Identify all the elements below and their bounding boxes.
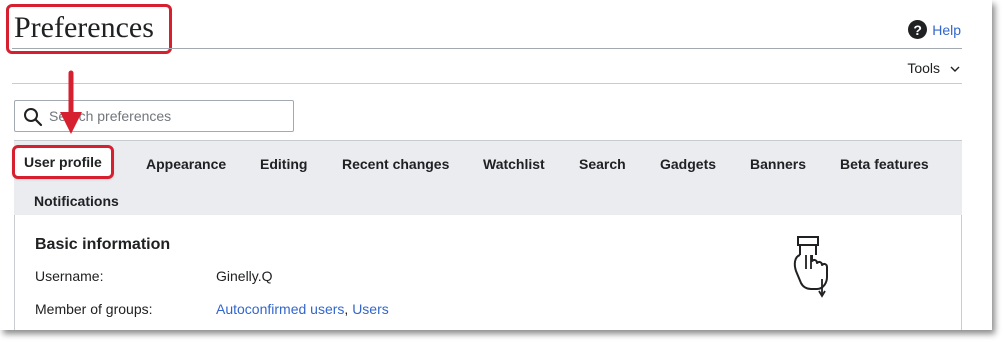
question-circle-icon: ? — [908, 20, 928, 39]
help-label: Help — [932, 21, 961, 38]
tools-divider — [12, 83, 962, 84]
group-link-autoconfirmed[interactable]: Autoconfirmed users — [216, 301, 344, 317]
tools-menu[interactable]: Tools — [907, 60, 960, 76]
tab-gadgets[interactable]: Gadgets — [660, 156, 716, 172]
tab-notifications[interactable]: Notifications — [34, 193, 119, 209]
chevron-down-icon — [950, 61, 960, 75]
groups-value: Autoconfirmed users, Users — [216, 301, 389, 317]
tab-banners[interactable]: Banners — [750, 156, 806, 172]
hand-scroll-down-icon — [791, 235, 831, 304]
section-heading: Basic information — [35, 236, 171, 253]
tab-watchlist[interactable]: Watchlist — [483, 156, 545, 172]
basic-information-panel: Basic information Username: Ginelly.Q Me… — [14, 215, 962, 330]
tools-label: Tools — [907, 60, 940, 76]
red-arrow-down-icon — [58, 70, 84, 143]
title-highlight-box — [6, 4, 172, 54]
search-input[interactable] — [49, 101, 285, 131]
search-preferences-box[interactable] — [14, 100, 294, 132]
tab-search[interactable]: Search — [579, 156, 626, 172]
group-link-users[interactable]: Users — [352, 301, 389, 317]
username-value: Ginelly.Q — [216, 268, 273, 284]
tab-beta-features[interactable]: Beta features — [840, 156, 929, 172]
title-divider — [12, 48, 962, 49]
tab-user-profile[interactable]: User profile — [12, 145, 114, 179]
tab-recent-changes[interactable]: Recent changes — [342, 156, 449, 172]
help-link[interactable]: ? Help — [908, 20, 961, 39]
tab-editing[interactable]: Editing — [260, 156, 307, 172]
search-icon — [23, 107, 43, 132]
preferences-tab-bar: User profile Appearance Editing Recent c… — [12, 140, 962, 215]
tab-appearance[interactable]: Appearance — [146, 156, 226, 172]
groups-label: Member of groups: — [35, 301, 153, 317]
preferences-window: Preferences ? Help Tools User profile Ap… — [0, 0, 992, 330]
username-label: Username: — [35, 268, 104, 284]
